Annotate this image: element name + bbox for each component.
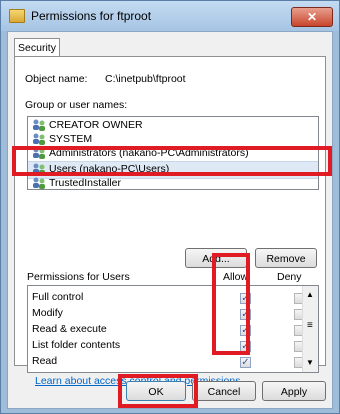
permission-row: List folder contents (32, 339, 120, 355)
security-panel: Object name: C:\inetpub\ftproot Group or… (14, 56, 326, 387)
object-name-label: Object name: (25, 73, 88, 85)
permission-row: Read & execute (32, 323, 107, 339)
list-item[interactable]: CREATOR OWNER (32, 119, 143, 133)
object-name-value: C:\inetpub\ftproot (105, 73, 186, 85)
list-item[interactable]: SYSTEM (32, 133, 92, 147)
scroll-up-icon[interactable]: ▲ (306, 290, 314, 299)
users-icon (32, 133, 47, 146)
tab-security[interactable]: Security (14, 38, 60, 57)
permission-name: Read & execute (32, 323, 107, 335)
scrollbar[interactable]: ▲ ≡ ▼ (302, 286, 318, 372)
users-icon (32, 177, 47, 189)
dialog-body: Security Object name: C:\inetpub\ftproot… (7, 31, 333, 409)
list-item[interactable]: TrustedInstaller (32, 177, 121, 189)
group-name: CREATOR OWNER (49, 119, 143, 131)
group-name: TrustedInstaller (49, 177, 121, 189)
highlight-box-users (12, 146, 332, 176)
permission-row: Full control (32, 291, 83, 307)
scroll-down-icon[interactable]: ▼ (306, 358, 314, 367)
cancel-button[interactable]: Cancel (192, 381, 256, 401)
highlight-box-allow (212, 253, 250, 355)
remove-button[interactable]: Remove (255, 248, 317, 268)
permission-name: Read (32, 355, 58, 367)
permissions-list[interactable]: Full control ✓ Modify ✓ Read & execute ✓… (27, 285, 319, 373)
permissions-label: Permissions for Users (27, 271, 130, 283)
deny-header: Deny (277, 271, 302, 283)
folder-icon (9, 9, 25, 23)
permission-name: List folder contents (32, 339, 121, 351)
highlight-box-ok (118, 374, 198, 408)
permission-row: Modify (32, 307, 63, 323)
window-title: Permissions for ftproot (31, 9, 152, 23)
group-label: Group or user names: (25, 99, 128, 111)
apply-button[interactable]: Apply (262, 381, 326, 401)
users-icon (32, 119, 47, 132)
permission-name: Full control (32, 291, 84, 303)
permissions-dialog: Permissions for ftproot ✕ Security Objec… (0, 0, 340, 414)
permission-row: Read (32, 355, 57, 371)
scroll-grip-icon[interactable]: ≡ (307, 320, 313, 331)
permission-name: Modify (32, 307, 63, 319)
close-button[interactable]: ✕ (291, 7, 333, 27)
title-bar: Permissions for ftproot ✕ (1, 1, 339, 31)
group-name: SYSTEM (49, 133, 93, 145)
allow-read-checkbox[interactable]: ✓ (240, 357, 251, 368)
